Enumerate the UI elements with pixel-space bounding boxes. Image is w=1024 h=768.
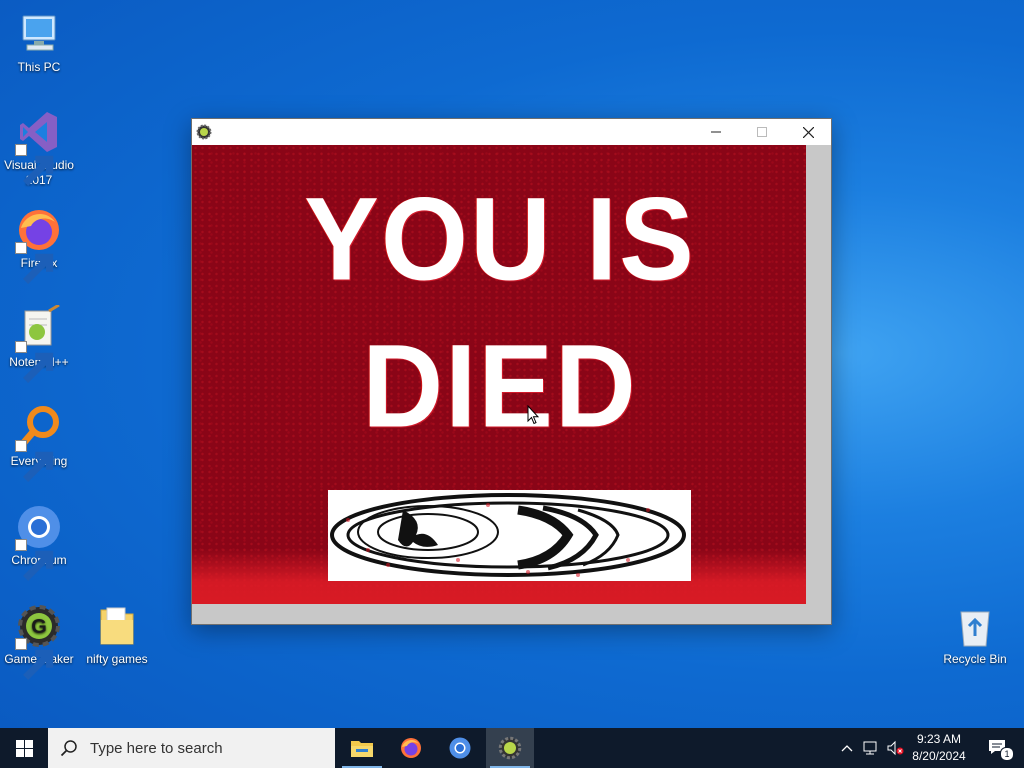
desktop-icon-this-pc[interactable]: This PC [0,10,78,75]
clock-time: 9:23 AM [916,732,962,746]
shortcut-arrow-icon [15,144,54,186]
taskbar-app-chromium[interactable] [436,728,484,768]
taskbar-clock[interactable]: 9:23 AM 8/20/2024 [900,728,978,768]
game-maker-icon [498,736,522,760]
search-input[interactable] [88,738,322,758]
folder-icon [93,602,141,650]
desktop-icon-label: This PC [17,60,61,74]
shortcut-arrow-icon [15,539,54,581]
maximize-button[interactable] [739,119,785,145]
notepadpp-icon [15,305,63,383]
game-maker-icon [196,124,212,140]
desktop-icon-recycle-bin[interactable]: Recycle Bin [936,602,1014,667]
game-canvas[interactable]: YOU IS DIED [192,145,806,604]
action-center-button[interactable]: 1 [980,728,1016,768]
computer-icon [15,10,63,58]
close-icon [802,126,814,138]
clock-date: 8/20/2024 [912,749,966,763]
close-button[interactable] [785,119,831,145]
shortcut-arrow-icon [15,242,54,284]
game-maker-icon: G [15,602,63,680]
desktop-icon-firefox[interactable]: Firefox [0,206,78,284]
desktop-icon-notepadpp[interactable]: Notepad++ [0,305,78,383]
desktop-icon-label: Recycle Bin [943,652,1007,666]
game-over-headline: YOU IS DIED [304,173,696,452]
shortcut-arrow-icon [15,341,54,383]
firefox-icon [15,206,63,284]
desktop-icon-chromium[interactable]: Chromium [0,503,78,581]
shortcut-arrow-icon [15,440,54,482]
taskbar-app-file-explorer[interactable] [338,728,386,768]
everything-search-icon [15,404,63,482]
network-status-button[interactable] [860,728,882,768]
chevron-up-icon [841,745,853,752]
taskbar-app-game-maker[interactable] [486,728,534,768]
desktop-icon-game-maker[interactable]: G Game Maker [0,602,78,680]
desktop-icon-everything[interactable]: Everything [0,404,78,482]
minimize-icon [711,131,721,133]
network-icon [863,741,877,755]
file-explorer-icon [351,741,373,757]
minimize-button[interactable] [693,119,739,145]
firefox-icon [401,738,421,758]
window-titlebar[interactable] [192,119,831,145]
maximize-icon [757,127,767,137]
notification-badge: 1 [1000,747,1014,761]
troll-face-image [328,490,691,581]
search-icon [60,740,77,757]
desktop-icon-label: nifty games [86,652,148,666]
chromium-icon [15,503,63,581]
taskbar-app-firefox[interactable] [387,728,435,768]
svg-text:G: G [31,616,47,638]
show-hidden-icons-button[interactable] [838,728,856,768]
shortcut-arrow-icon [15,638,54,680]
taskbar-search-box[interactable] [48,728,335,768]
game-window[interactable]: YOU IS DIED [191,118,832,625]
windows-logo-icon [15,739,33,757]
start-button[interactable] [0,728,48,768]
desktop-icon-nifty-games[interactable]: nifty games [78,602,156,667]
visual-studio-icon [15,108,63,186]
chromium-icon [449,737,471,759]
taskbar: 9:23 AM 8/20/2024 1 [0,728,1024,768]
desktop-icon-visual-studio[interactable]: Visual Studio 2017 [0,108,78,188]
recycle-bin-icon [951,602,999,650]
mouse-pointer-icon [527,405,539,425]
